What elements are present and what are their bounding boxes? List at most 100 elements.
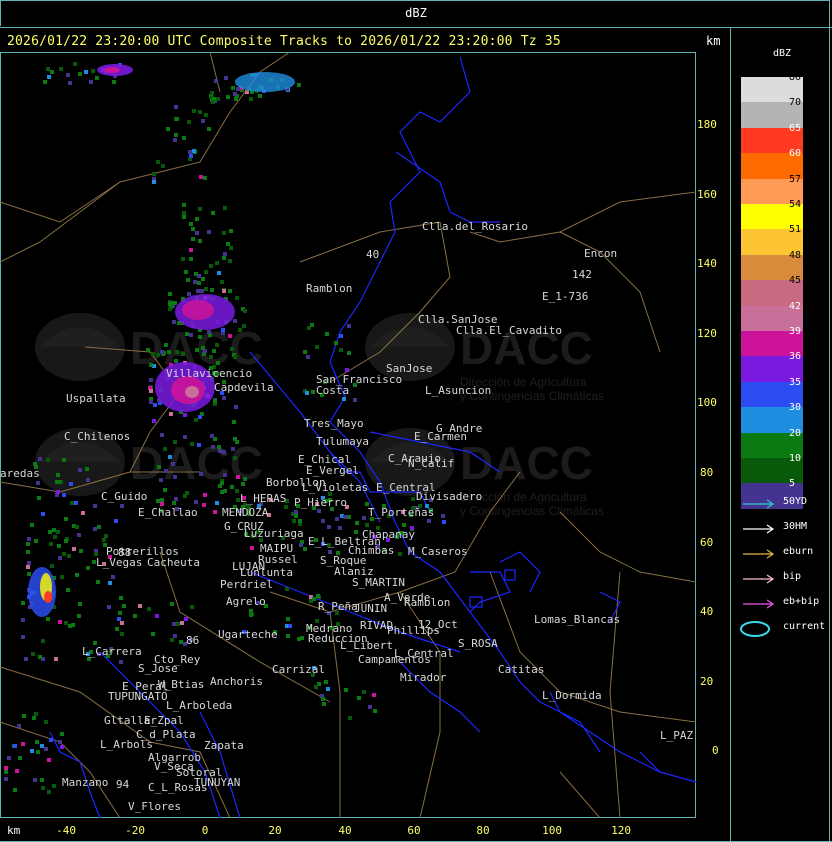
echo-pixel (211, 211, 215, 215)
echo-pixel (194, 418, 198, 422)
echo-pixel (70, 501, 74, 505)
echo-pixel (77, 614, 81, 618)
echo-pixel (122, 604, 126, 608)
echo-pixel (198, 415, 202, 419)
legend-swatch-label: 5 (789, 478, 796, 490)
echo-pixel (54, 657, 58, 661)
echo-pixel (186, 278, 190, 282)
echo-pixel (4, 777, 8, 781)
echo-pixel (342, 397, 346, 401)
echo-pixel (169, 412, 173, 416)
echo-pixel (152, 172, 156, 176)
echo-pixel (343, 515, 347, 519)
echo-pixel (46, 458, 50, 462)
place-label: L_PAZ (660, 729, 693, 742)
echo-pixel (46, 617, 50, 621)
place-label: C_L_Rosas (148, 781, 208, 794)
place-label: TUPUNGATO (108, 690, 168, 703)
echo-pixel (189, 257, 193, 261)
echo-pixel (348, 716, 352, 720)
echo-pixel (191, 227, 195, 231)
track-legend-item: current (739, 621, 832, 637)
echo-pixel (368, 705, 372, 709)
echo-pixel (411, 497, 415, 501)
echo-pixel (40, 778, 44, 782)
echo-pixel (115, 627, 119, 631)
echo-pixel (156, 353, 160, 357)
legend-swatch-label: 70 (789, 97, 802, 109)
echo-pixel (138, 604, 142, 608)
echo-pixel (321, 519, 325, 523)
echo-pixel (96, 580, 100, 584)
echo-pixel (197, 281, 201, 285)
echo-pixel (207, 330, 211, 334)
echo-pixel (233, 92, 237, 96)
y-tick-label: 100 (697, 396, 717, 410)
echo-pixel (85, 467, 89, 471)
echo-pixel (78, 468, 82, 472)
echo-pixel (192, 109, 196, 113)
x-tick-label: -20 (125, 824, 145, 837)
x-tick-label: 80 (476, 824, 490, 837)
echo-pixel (151, 352, 155, 356)
echo-pixel (57, 544, 61, 548)
track-arrow-icon (743, 599, 775, 609)
echo-pixel (214, 79, 218, 83)
legend-swatch-label: 45 (789, 275, 802, 287)
y-tick-label: 140 (697, 257, 717, 271)
echo-pixel (47, 75, 51, 79)
echo-pixel (50, 70, 54, 74)
echo-pixel (321, 697, 325, 701)
echo-pixel (66, 588, 70, 592)
place-label: Chapanay (362, 528, 415, 541)
radar-map[interactable]: DACC DACC DACC Dirección de Agricultura … (0, 52, 696, 818)
echo-pixel (234, 97, 238, 101)
echo-pixel (182, 211, 186, 215)
echo-pixel (207, 127, 211, 131)
y-tick-label: 60 (700, 535, 714, 549)
echo-pixel (307, 326, 311, 330)
echo-pixel (339, 334, 343, 338)
echo-pixel (294, 510, 298, 514)
echo-pixel (35, 740, 39, 744)
echo-pixel (286, 617, 290, 621)
echo-pixel (210, 288, 214, 292)
echo-pixel (292, 519, 296, 523)
echo-pixel (152, 419, 156, 423)
watermark-brand: DACC (130, 437, 263, 489)
echo-pixel (222, 231, 226, 235)
echo-pixel (191, 237, 195, 241)
place-label: Luzuriaga (244, 527, 304, 540)
echo-pixel (174, 497, 178, 501)
echo-pixel (199, 472, 203, 476)
echo-pixel (176, 622, 180, 626)
place-label: Ramblon (306, 282, 352, 295)
echo-pixel (226, 95, 230, 99)
echo-pixel (220, 490, 224, 494)
echo-pixel (249, 97, 253, 101)
echo-pixel (59, 67, 63, 71)
echo-pixel (347, 515, 351, 519)
echo-pixel (398, 552, 402, 556)
echo-pixel (182, 136, 186, 140)
echo-pixel (149, 389, 153, 393)
place-label: L_Violetas (302, 481, 368, 494)
echo-pixel (86, 478, 90, 482)
place-label: P_Hierro (294, 496, 347, 509)
echo-pixel (4, 770, 8, 774)
echo-pixel (220, 481, 224, 485)
echo-pixel (197, 443, 201, 447)
echo-pixel (181, 352, 185, 356)
echo-pixel (311, 390, 315, 394)
echo-pixel (38, 457, 42, 461)
echo-pixel (26, 550, 30, 554)
place-label: R_Peña (318, 600, 358, 613)
echo-pixel (306, 355, 310, 359)
echo-pixel (442, 520, 446, 524)
track-legend-label: 50YD (783, 496, 808, 507)
echo-pixel (49, 738, 53, 742)
echo-pixel (152, 180, 156, 184)
track-arrow-icon (743, 499, 775, 509)
echo-pixel (44, 720, 48, 724)
echo-pixel (249, 613, 253, 617)
